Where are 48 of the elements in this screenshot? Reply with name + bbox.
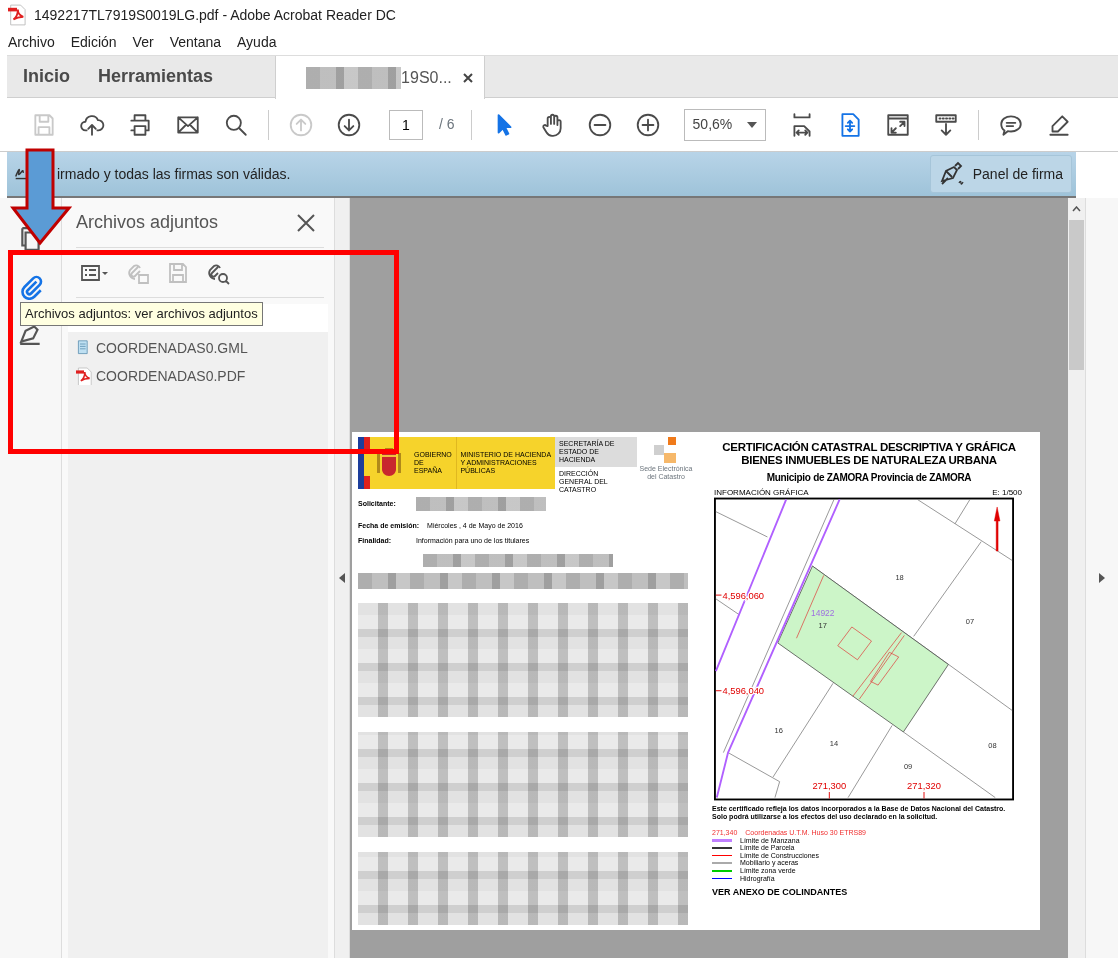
pdf-file-icon — [76, 367, 92, 385]
document-title: BIENES INMUEBLES DE NATURALEZA URBANA — [740, 454, 998, 467]
close-icon[interactable] — [462, 71, 475, 84]
pdf-icon — [8, 4, 26, 26]
scroll-up-icon[interactable] — [1072, 206, 1081, 212]
fullscreen-icon[interactable] — [884, 111, 911, 138]
page-count: / 6 — [439, 115, 455, 134]
tab[interactable]: Inicio — [7, 56, 84, 97]
parcel-number: 16 — [774, 725, 783, 735]
caret-icon — [746, 121, 757, 128]
parcel-number: 17 — [818, 620, 827, 630]
close-icon[interactable] — [296, 212, 316, 233]
page-field[interactable]: 1 — [389, 109, 423, 140]
menu-item[interactable]: Ayuda — [237, 32, 277, 53]
panel-title: Archivos adjuntos — [76, 211, 219, 234]
menu-item[interactable]: Ver — [132, 32, 154, 53]
document-title: CERTIFICACIÓN CATASTRAL DESCRIPTIVA Y GRÁFICA — [721, 441, 1017, 454]
tab[interactable]: Herramientas — [84, 56, 228, 97]
file-name[interactable]: COORDENADAS0.PDF — [96, 365, 246, 387]
zoom-out-icon[interactable] — [586, 111, 613, 138]
document-subtitle: Municipio de ZAMORA Provincia de ZAMORA — [765, 471, 973, 484]
tooltip: Archivos adjuntos: ver archivos adjuntos — [20, 302, 263, 326]
parcel-number: 08 — [988, 740, 997, 750]
expand-right-icon[interactable] — [1099, 573, 1105, 583]
annex-note: VER ANEXO DE COLINDANTES — [711, 886, 849, 900]
parcel-number: 07 — [965, 617, 975, 627]
printer-icon[interactable] — [127, 111, 153, 138]
parcel-number: 14 — [829, 739, 839, 749]
parcel-number: 18 — [895, 573, 904, 583]
map-scale: E: 1/500 — [992, 488, 1022, 497]
signature-status-text: irmado y todas las firmas son válidas. — [57, 164, 291, 184]
document-tab[interactable]: 19S0... — [275, 56, 486, 99]
coordinate-label: 271,300 — [812, 781, 847, 792]
menu-item[interactable]: Archivo — [8, 32, 55, 53]
coordinate-label: 271,320 — [907, 781, 941, 792]
zoom-dropdown[interactable]: 50,6% — [683, 108, 766, 141]
parcel-number: 09 — [903, 762, 913, 772]
zoom-in-icon[interactable] — [634, 111, 661, 138]
menu-item[interactable]: Edición — [70, 32, 117, 53]
window-title: 1492217TL7919S0019LG.pdf - Adobe Acrobat Reader DC — [34, 5, 396, 25]
plot-number: 14922 — [811, 607, 835, 618]
file-name[interactable]: COORDENADAS0.GML — [96, 337, 248, 359]
scroll-mode-icon[interactable] — [932, 111, 959, 138]
scrollbar-thumb[interactable] — [1069, 220, 1084, 370]
menu-item[interactable]: Ventana — [169, 32, 221, 53]
collapse-left-icon[interactable] — [339, 573, 345, 583]
map-title: INFORMACIÓN GRÁFICA — [714, 488, 809, 497]
signature-panel-button[interactable]: Panel de firma — [929, 155, 1072, 193]
